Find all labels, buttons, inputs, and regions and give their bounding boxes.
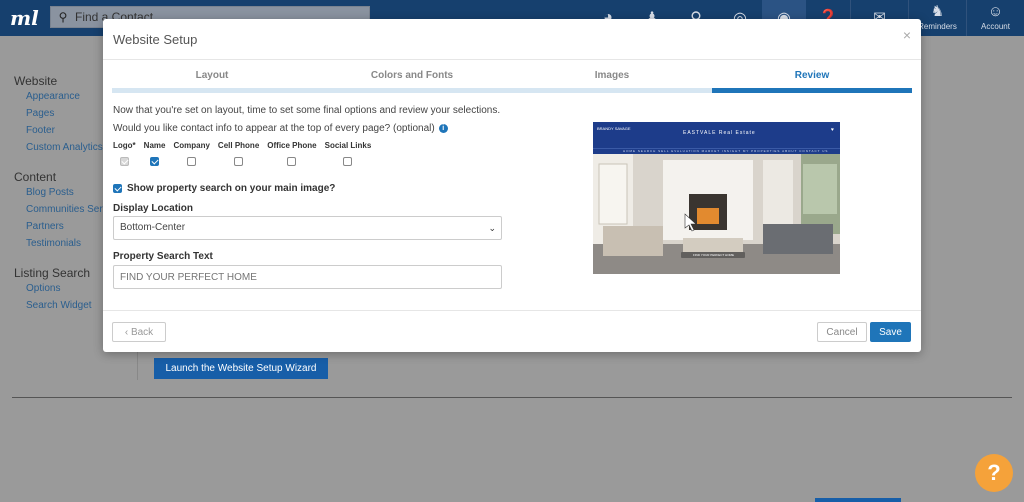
heart-icon: ♥ [831,127,834,133]
step-images[interactable]: Images [512,69,712,93]
modal-title: Website Setup [113,32,198,47]
website-setup-modal: Website Setup × Layout Colors and Fonts … [103,19,921,352]
info-icon[interactable]: i [438,124,448,133]
site-preview: BRANDY SAVAGE EASTVALE Real Estate ♥ HOM… [593,122,840,274]
preview-header: BRANDY SAVAGE EASTVALE Real Estate ♥ [593,122,840,148]
bottom-button-edge[interactable] [815,498,901,502]
search-text-label: Property Search Text [113,251,213,262]
preview-search-bar: FIND YOUR PERFECT HOME [681,252,745,258]
contact-option-name: Name [143,141,166,166]
contact-options: Logo* Name Company Cell Phone Office Pho… [113,141,379,166]
intro-text: Now that you're set on layout, time to s… [113,105,501,116]
logo-checkbox [119,157,129,166]
cancel-button[interactable]: Cancel [817,322,867,342]
preview-nav-text: HOME SEARCH SELL EVALUATION MARKET INSIG… [623,149,829,153]
step-review[interactable]: Review [712,69,912,93]
reminders-icon: ♞ [930,3,945,20]
contact-option-cell-phone: Cell Phone [218,141,259,166]
show-search-row: Show property search on your main image? [113,183,335,194]
company-checkbox[interactable] [187,157,197,166]
display-location-select[interactable]: Bottom-Center ⌄ [113,216,502,240]
office-phone-checkbox[interactable] [287,157,297,166]
contact-option-logo: Logo* [113,141,136,166]
save-button[interactable]: Save [870,322,911,342]
contact-question: Would you like contact info to appear at… [113,123,448,134]
page-divider [12,397,1012,398]
step-colors-and-fonts[interactable]: Colors and Fonts [312,69,512,93]
search-icon: ⚲ [58,10,68,24]
close-icon[interactable]: × [903,27,911,43]
account-icon: ☺ [987,3,1004,20]
show-search-label: Show property search on your main image? [127,183,336,194]
launch-wizard-button[interactable]: Launch the Website Setup Wizard [154,358,328,379]
contact-option-label: Cell Phone [217,141,260,150]
search-text-input[interactable] [113,265,502,289]
back-button[interactable]: ‹ Back [112,322,166,342]
account-label: Account [981,22,1010,31]
cell-phone-checkbox[interactable] [234,157,244,166]
account-button[interactable]: ☺ Account [966,0,1024,36]
contact-option-label: Office Phone [267,141,317,150]
step-layout[interactable]: Layout [112,69,312,93]
contact-option-label: Logo* [113,141,136,150]
app-logo[interactable]: ml [10,4,40,32]
display-location-value: Bottom-Center [120,222,186,233]
contact-question-text: Would you like contact info to appear at… [113,123,435,134]
contact-option-label: Name [143,141,166,150]
name-checkbox[interactable] [150,157,160,166]
social-links-checkbox[interactable] [343,157,353,166]
display-location-label: Display Location [113,203,194,214]
reminders-label: Reminders [918,22,957,31]
preview-brand: BRANDY SAVAGE [597,126,631,131]
contact-option-company: Company [173,141,210,166]
show-search-checkbox[interactable] [113,184,122,193]
contact-option-social-links: Social Links [324,141,372,166]
contact-option-label: Social Links [324,141,372,150]
chevron-left-icon: ‹ [124,326,129,338]
preview-site-title: EASTVALE Real Estate [683,130,756,136]
wizard-steps: Layout Colors and Fonts Images Review [112,69,912,93]
chevron-down-icon: ⌄ [488,223,496,233]
help-chat-button[interactable]: ? [975,454,1013,492]
contact-option-office-phone: Office Phone [267,141,317,166]
back-label: Back [130,326,154,338]
contact-option-label: Company [173,141,210,150]
